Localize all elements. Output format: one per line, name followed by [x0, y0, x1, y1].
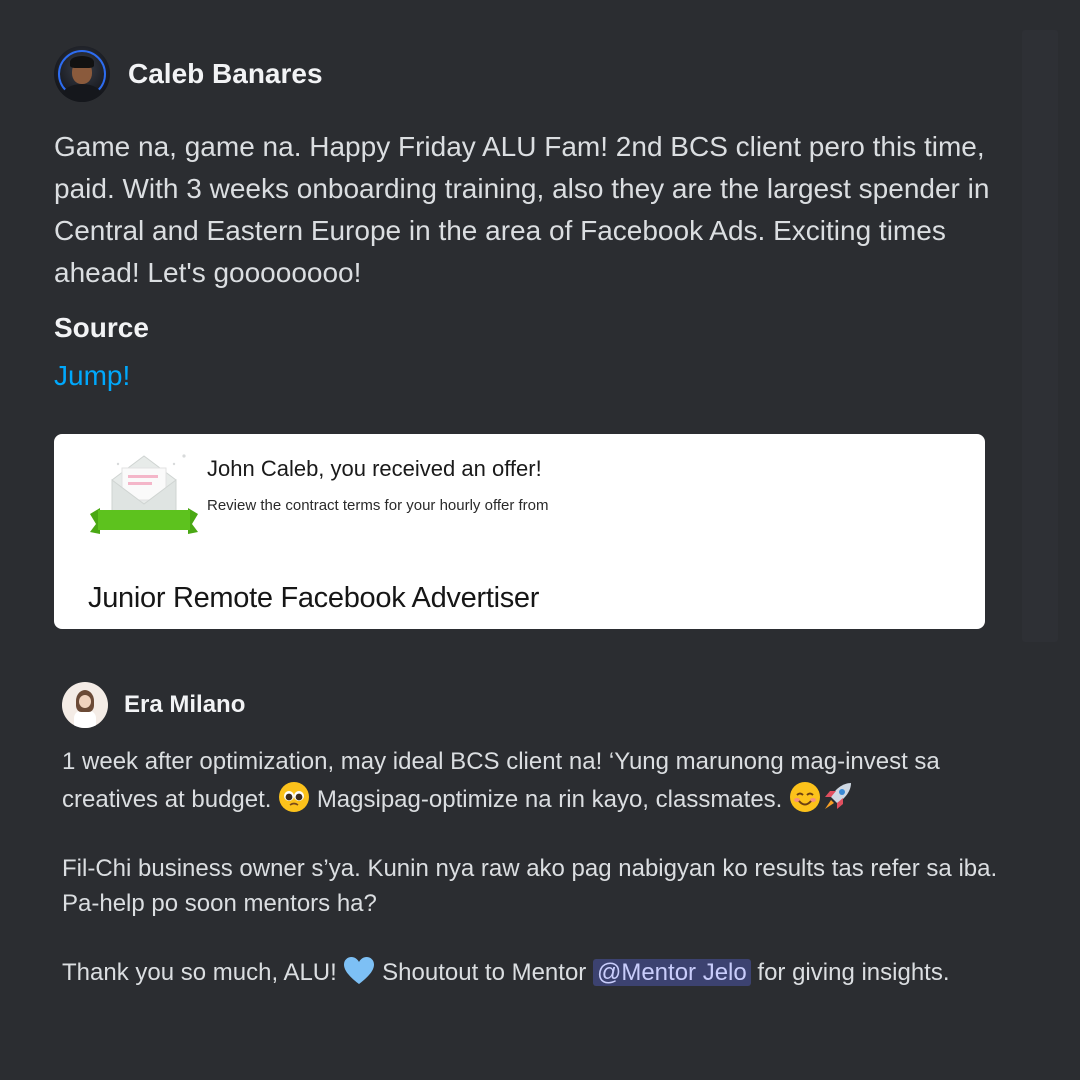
avatar-hair: [70, 56, 94, 68]
message-text: Game na, game na. Happy Friday ALU Fam! …: [54, 131, 990, 288]
envelope-icon: [90, 454, 198, 534]
pleading-face-emoji: [279, 782, 310, 812]
text-segment: Magsipag-optimize na rin kayo, classmate…: [316, 786, 783, 813]
user-mention[interactable]: @Mentor Jelo: [592, 959, 751, 986]
text-segment: Thank you so much, ALU!: [62, 959, 337, 986]
light-blue-heart-emoji: [344, 957, 375, 984]
message-paragraph: 1 week after optimization, may ideal BCS…: [62, 744, 1012, 817]
author-name[interactable]: Era Milano: [124, 691, 245, 719]
avatar-face: [79, 695, 91, 708]
offer-subtitle: Review the contract terms for your hourl…: [207, 497, 549, 514]
offer-title: John Caleb, you received an offer!: [207, 456, 542, 481]
source-heading: Source: [54, 312, 149, 343]
author-name[interactable]: Caleb Banares: [128, 58, 323, 90]
text-segment: for giving insights.: [757, 959, 950, 986]
offer-card-attachment[interactable]: John Caleb, you received an offer! Revie…: [54, 434, 985, 629]
scrollbar-track[interactable]: [1022, 30, 1058, 642]
chat-panel: Caleb Banares Game na, game na. Happy Fr…: [0, 0, 1080, 1080]
avatar[interactable]: [54, 46, 110, 102]
avatar[interactable]: [62, 682, 108, 728]
offer-job-title: Junior Remote Facebook Advertiser: [88, 582, 540, 614]
smiling-face-emoji: [790, 782, 821, 812]
message-paragraph: Thank you so much, ALU! Shoutout to Ment…: [62, 955, 1012, 990]
avatar-dress: [74, 710, 96, 728]
text-segment: Shoutout to Mentor: [382, 959, 587, 986]
avatar-shirt: [62, 84, 102, 102]
message-text: 1 week after optimization, may ideal BCS…: [62, 744, 1012, 1024]
jump-link[interactable]: Jump!: [54, 360, 130, 392]
message-paragraph: Fil-Chi business owner s’ya. Kunin nya r…: [62, 855, 998, 917]
rocket-emoji: [825, 783, 852, 809]
